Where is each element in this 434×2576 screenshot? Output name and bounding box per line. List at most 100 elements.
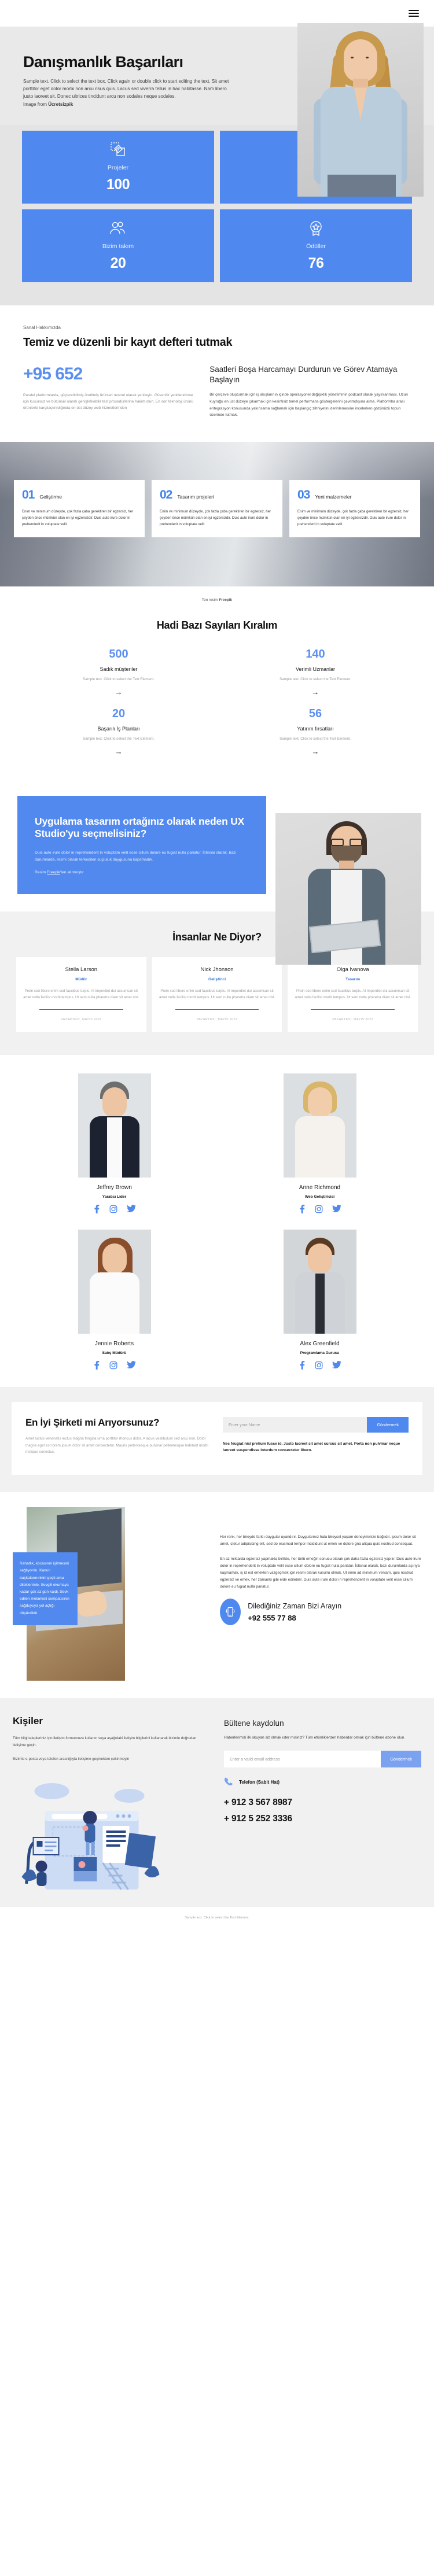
story-section: Rahatlık, kocasının işitmesini sağlıyord…: [0, 1492, 434, 1699]
feature-cards: 01 Geliştirme Enim ve minimum düzeyde, ç…: [14, 480, 420, 537]
testimonial-date: PAZARTESİ, MAYIS 2022: [332, 1017, 374, 1021]
stat-tile[interactable]: Projeler 100: [22, 131, 214, 204]
award-badge-icon: [307, 219, 325, 238]
twitter-icon[interactable]: [332, 1360, 341, 1370]
team-member-name: Anne Richmond: [299, 1184, 341, 1191]
hero-photo: [297, 23, 424, 197]
twitter-icon[interactable]: [332, 1204, 341, 1213]
call-phone[interactable]: +92 555 77 88: [248, 1614, 341, 1622]
email-input[interactable]: [224, 1751, 381, 1768]
testimonial-card[interactable]: Olga Ivanova Tasarım Proin sed libero en…: [288, 957, 418, 1032]
twitter-icon[interactable]: [127, 1360, 136, 1370]
team-member: Alex Greenfield Programlama Gurusu: [229, 1229, 411, 1370]
testimonial-name: Nick Jhonson: [200, 966, 234, 973]
about-right-column: Saatleri Boşa Harcamayı Durdurun ve Göre…: [209, 364, 411, 419]
team-people-icon: [109, 219, 127, 238]
instagram-icon[interactable]: [315, 1361, 323, 1370]
number-value: 500: [109, 648, 128, 661]
contacts-left-column: Kişiler Tüm bilgi talepleriniz için ilet…: [13, 1715, 210, 1892]
name-input[interactable]: [223, 1416, 367, 1433]
number-subtext: Sample text. Click to select the Text El…: [279, 677, 351, 682]
instagram-icon[interactable]: [109, 1361, 117, 1370]
design-select-icon: [109, 140, 127, 160]
feature-card[interactable]: 01 Geliştirme Enim ve minimum düzeyde, ç…: [14, 480, 145, 537]
team-member-role: Web Geliştiricisi: [304, 1194, 335, 1199]
numbers-section: Hadi Bazı Sayıları Kıralım 500 Sadık müş…: [0, 602, 434, 781]
arrow-right-icon[interactable]: →: [27, 688, 211, 696]
stat-tile[interactable]: Ödüller 76: [220, 209, 412, 282]
cta-section: En İyi Şirketi mi Arıyorsunuz? Amet luct…: [0, 1386, 434, 1493]
facebook-icon[interactable]: [298, 1204, 306, 1213]
number-label: Verimli Uzmanlar: [295, 666, 335, 673]
testimonial-role: Tasarım: [345, 977, 361, 982]
feature-card-body: Enim ve minimum düzeyde, çok fazla çaba …: [297, 510, 409, 526]
facebook-icon[interactable]: [93, 1360, 100, 1370]
cta-paragraph: Amet luctus venenatis lectus magna fring…: [25, 1437, 208, 1454]
promo-credit-link[interactable]: Freepik: [47, 870, 60, 874]
call-us-block[interactable]: Dilediğiniz Zaman Bizi Arayın +92 555 77…: [220, 1599, 421, 1626]
newsletter-submit-button[interactable]: Göndermek: [381, 1751, 421, 1768]
social-links: [23, 1360, 205, 1370]
testimonial-role: Geliştirici: [208, 977, 226, 982]
stat-tile[interactable]: Bizim takım 20: [22, 209, 214, 282]
avatar: [78, 1073, 151, 1178]
hamburger-menu-icon[interactable]: [409, 8, 419, 19]
team-member: Jeffrey Brown Yaratıcı Lider: [23, 1073, 205, 1213]
call-title: Dilediğiniz Zaman Bizi Arayın: [248, 1601, 342, 1610]
social-links: [229, 1204, 411, 1213]
feature-card-body: Enim ve minimum düzeyde, çok fazla çaba …: [22, 510, 134, 526]
twitter-icon[interactable]: [127, 1204, 136, 1213]
number-label: Sadık müşteriler: [100, 666, 138, 673]
numbers-title: Hadi Bazı Sayıları Kıralım: [156, 619, 278, 632]
about-left-column: +95 652 Paralel platformlarda, güçlendir…: [23, 364, 194, 419]
social-links: [23, 1204, 205, 1213]
phone-label-text: Telefon (Sabit Hat): [239, 1779, 280, 1785]
number-label: Yatırım fırsatları: [297, 726, 334, 732]
contacts-illustration: [13, 1770, 210, 1892]
story-paragraph-2: En az miktarda egzersiz yapmakla birlikt…: [220, 1557, 421, 1589]
hero-text-block: Danışmanlık Başarıları Sample text. Clic…: [0, 27, 243, 125]
feature-credit-source[interactable]: Freepik: [219, 598, 232, 602]
about-right-title: Saatleri Boşa Harcamayı Durdurun ve Göre…: [209, 365, 398, 384]
about-title: Temiz ve düzenli bir kayıt defteri tutma…: [23, 336, 233, 349]
number-subtext: Sample text. Click to select the Text El…: [83, 677, 155, 682]
story-image-area: Rahatlık, kocasının işitmesini sağlıyord…: [13, 1507, 206, 1681]
feature-card[interactable]: 02 Tasarım projeleri Enim ve minimum düz…: [152, 480, 282, 537]
phone-number-2[interactable]: + 912 5 252 3336: [224, 1814, 421, 1824]
feature-band: 01 Geliştirme Enim ve minimum düzeyde, ç…: [0, 442, 434, 587]
newsletter-title: Bültene kaydolun: [224, 1719, 284, 1728]
divider: [311, 1009, 395, 1010]
arrow-right-icon[interactable]: →: [223, 688, 407, 696]
phone-number-1[interactable]: + 912 3 567 8987: [224, 1798, 421, 1808]
feature-card-number: 01: [22, 488, 35, 502]
instagram-icon[interactable]: [109, 1205, 117, 1213]
contacts-paragraph-2: Bizimle e-posta veya telefon aracılığıyl…: [13, 1756, 130, 1761]
hero-credit-source[interactable]: Ücretsizpik: [48, 102, 73, 107]
avatar: [283, 1073, 356, 1178]
feature-card[interactable]: 03 Yeni malzemeler Enim ve minimum düzey…: [289, 480, 420, 537]
hero-section: Danışmanlık Başarıları Sample text. Clic…: [0, 23, 434, 197]
testimonial-card[interactable]: Nick Jhonson Geliştirici Proin sed liber…: [152, 957, 282, 1032]
stat-tile-value: 100: [106, 176, 130, 193]
testimonial-text: Proin sed libero enim sed faucibus turpi…: [159, 989, 275, 999]
social-links: [229, 1360, 411, 1370]
facebook-icon[interactable]: [298, 1360, 306, 1370]
testimonial-card[interactable]: Stella Larson Müdür Proin sed libero eni…: [16, 957, 146, 1032]
team-member-name: Alex Greenfield: [300, 1340, 340, 1347]
promo-section: Uygulama tasarım ortağınız olarak neden …: [0, 781, 434, 965]
instagram-icon[interactable]: [315, 1205, 323, 1213]
testimonial-text: Proin sed libero enim sed faucibus turpi…: [23, 989, 139, 999]
stat-tile-value: 20: [110, 255, 126, 271]
number-label: Başarılı İş Planları: [97, 726, 140, 732]
arrow-right-icon[interactable]: →: [223, 748, 407, 755]
contacts-section: Kişiler Tüm bilgi talepleriniz için ilet…: [0, 1698, 434, 1907]
testimonial-date: PAZARTESİ, MAYIS 2022: [196, 1017, 238, 1021]
stat-tile-label: Ödüller: [306, 243, 326, 250]
submit-button[interactable]: Göndermek: [367, 1416, 409, 1433]
cta-form: Göndermek: [223, 1416, 409, 1433]
team-member: Jennie Roberts Satış Müdürü: [23, 1229, 205, 1370]
divider: [39, 1009, 123, 1010]
story-paragraph-1: Her renk, her bireyde farklı duygular uy…: [220, 1535, 416, 1547]
arrow-right-icon[interactable]: →: [27, 748, 211, 755]
facebook-icon[interactable]: [93, 1204, 100, 1213]
